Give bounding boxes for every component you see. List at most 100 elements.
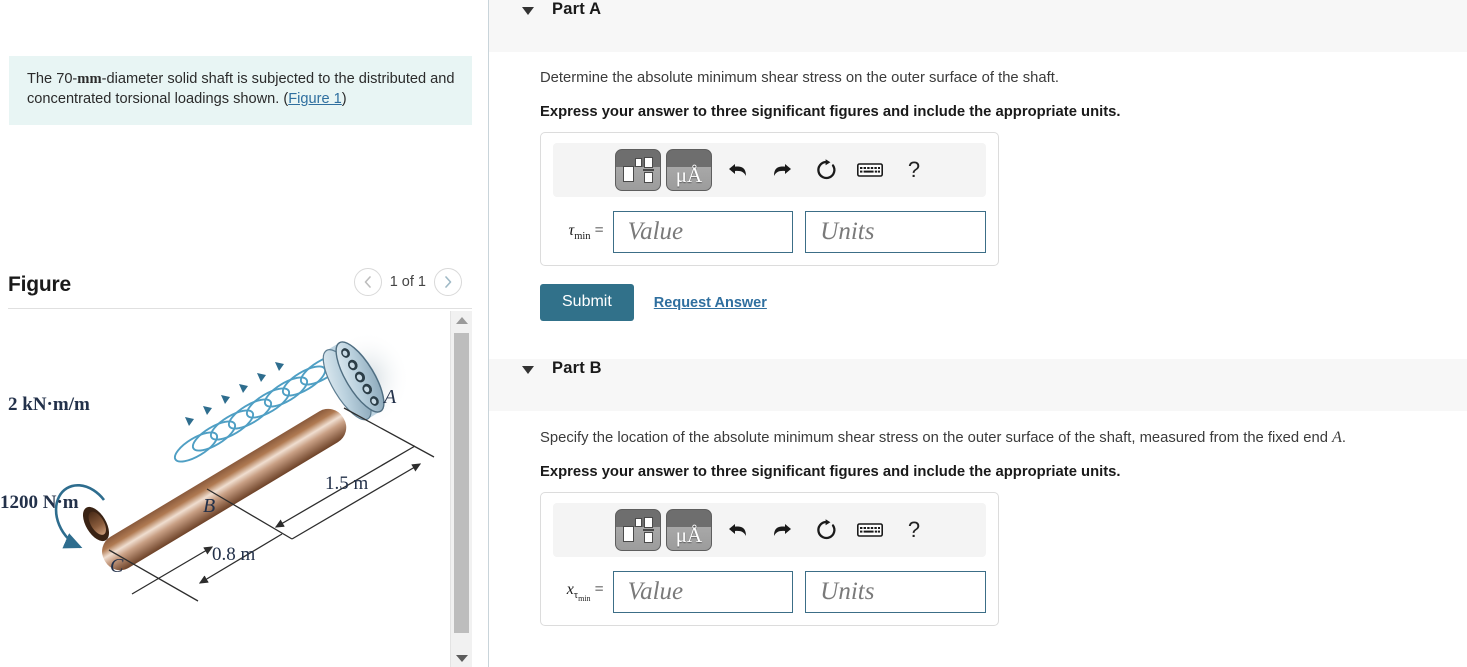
shaft-torsion-diagram: 2 kN·m/m 1200 N·m A B C 1.5 m 0.8 m xyxy=(0,331,435,602)
part-a-symbol-label: τmin = xyxy=(553,222,613,242)
redo-arrow-icon xyxy=(774,164,791,176)
request-answer-link[interactable]: Request Answer xyxy=(654,295,767,311)
math-template-icon xyxy=(623,517,654,543)
figure-title: Figure xyxy=(8,273,71,296)
figure-next-button[interactable] xyxy=(434,268,462,296)
keyboard-icon xyxy=(857,523,883,537)
part-a-units-input[interactable]: Units xyxy=(805,211,986,253)
part-b-question: Specify the location of the absolute min… xyxy=(540,427,1430,449)
part-b-instruction: Express your answer to three significant… xyxy=(540,464,1121,480)
figure-page-count: 1 of 1 xyxy=(389,274,426,290)
help-button[interactable]: ? xyxy=(893,509,935,551)
chevron-right-icon xyxy=(445,276,452,288)
part-b-value-placeholder: Value xyxy=(627,578,684,605)
math-template-button[interactable] xyxy=(615,509,661,551)
units-button[interactable]: μÅ xyxy=(666,509,712,551)
units-button[interactable]: μÅ xyxy=(666,149,712,191)
figure-label-concentrated: 1200 N·m xyxy=(0,492,79,513)
undo-arrow-icon xyxy=(729,524,746,536)
figure-label-c: C xyxy=(110,555,124,577)
reset-circle-icon xyxy=(817,519,836,540)
undo-button[interactable] xyxy=(717,149,759,191)
micro-angstrom-units-icon: μÅ xyxy=(675,522,703,547)
part-a-question: Determine the absolute minimum shear str… xyxy=(540,70,1059,86)
figure-1-link[interactable]: Figure 1 xyxy=(288,91,342,107)
tau-subscript: τmin xyxy=(574,590,591,604)
part-b-answer-box: μÅ ? xτmin = Value Units xyxy=(540,492,999,626)
part-a-toolbar: μÅ ? xyxy=(553,143,986,197)
keyboard-icon xyxy=(857,163,883,177)
redo-button[interactable] xyxy=(761,509,803,551)
part-b-title: Part B xyxy=(552,359,602,377)
part-a-instruction: Express your answer to three significant… xyxy=(540,104,1121,120)
part-a-value-input[interactable]: Value xyxy=(612,211,794,253)
problem-statement-box: The 70-mm-diameter solid shaft is subjec… xyxy=(9,56,472,125)
problem-text-part1: The 70- xyxy=(27,71,78,87)
figure-label-distributed: 2 kN·m/m xyxy=(8,394,90,415)
figure-label-a: A xyxy=(382,386,397,408)
chevron-left-icon xyxy=(364,276,371,288)
part-b-question-point: A xyxy=(1332,429,1342,446)
left-problem-panel: The 70-mm-diameter solid shaft is subjec… xyxy=(0,0,489,667)
part-b-symbol-label: xτmin = xyxy=(553,581,613,603)
help-button[interactable]: ? xyxy=(893,149,935,191)
keyboard-button[interactable] xyxy=(849,149,891,191)
part-b-body: Specify the location of the absolute min… xyxy=(489,427,1467,626)
x-symbol: x xyxy=(566,580,574,598)
part-b-value-input[interactable]: Value xyxy=(612,571,794,613)
scroll-down-button[interactable] xyxy=(451,649,473,667)
figure-illustration: 2 kN·m/m 1200 N·m A B C 1.5 m 0.8 m xyxy=(0,311,450,667)
reset-button[interactable] xyxy=(805,149,847,191)
figure-label-b: B xyxy=(203,495,215,517)
triangle-up-icon xyxy=(456,316,468,324)
collapse-caret-icon[interactable] xyxy=(522,7,534,15)
part-b-units-placeholder: Units xyxy=(820,578,875,605)
math-template-icon xyxy=(623,157,654,183)
part-a-answer-row: τmin = Value Units xyxy=(553,211,986,253)
page-root: The 70-mm-diameter solid shaft is subjec… xyxy=(0,0,1467,667)
tau-subscript: min xyxy=(574,231,591,243)
part-b-answer-row: xτmin = Value Units xyxy=(553,571,986,613)
redo-arrow-icon xyxy=(774,524,791,536)
part-a-body: Determine the absolute minimum shear str… xyxy=(489,68,1467,321)
math-template-button[interactable] xyxy=(615,149,661,191)
part-b-question-text: Specify the location of the absolute min… xyxy=(540,430,1328,446)
figure-divider xyxy=(8,308,472,309)
figure-navigation: 1 of 1 xyxy=(353,268,462,296)
part-b-section: Part B Specify the location of the absol… xyxy=(489,359,1467,626)
undo-arrow-icon xyxy=(729,164,746,176)
part-a-value-placeholder: Value xyxy=(627,218,684,245)
figure-label-dim-long: 1.5 m xyxy=(325,473,369,494)
submit-button[interactable]: Submit xyxy=(540,284,634,321)
part-a-answer-box: μÅ ? τmin = Value Units xyxy=(540,132,999,266)
part-a-section: Part A Determine the absolute minimum sh… xyxy=(489,0,1467,321)
figure-label-dim-short: 0.8 m xyxy=(212,544,256,565)
part-b-header[interactable]: Part B xyxy=(489,359,1467,411)
figure-header: Figure 1 of 1 xyxy=(0,262,480,308)
problem-text-part3: ) xyxy=(341,91,347,107)
scrollbar-thumb[interactable] xyxy=(454,333,469,633)
part-a-header[interactable]: Part A xyxy=(489,0,1467,52)
problem-unit-mm: mm xyxy=(77,71,102,87)
part-a-actions: Submit Request Answer xyxy=(540,284,1467,321)
figure-scrollbar[interactable] xyxy=(450,311,472,667)
part-b-units-input[interactable]: Units xyxy=(805,571,986,613)
reset-circle-icon xyxy=(817,159,836,180)
micro-angstrom-units-icon: μÅ xyxy=(675,162,703,187)
part-b-toolbar: μÅ ? xyxy=(553,503,986,557)
equals-sign: = xyxy=(594,580,604,598)
keyboard-button[interactable] xyxy=(849,509,891,551)
min-subscript: min xyxy=(578,594,591,604)
figure-prev-button[interactable] xyxy=(353,268,382,296)
triangle-down-icon xyxy=(456,654,468,662)
part-a-units-placeholder: Units xyxy=(820,218,875,245)
part-b-question-period: . xyxy=(1341,430,1346,446)
right-answer-panel: Part A Determine the absolute minimum sh… xyxy=(489,0,1467,667)
part-a-title: Part A xyxy=(552,0,602,18)
equals-sign: = xyxy=(594,221,604,239)
collapse-caret-icon[interactable] xyxy=(522,366,534,374)
reset-button[interactable] xyxy=(805,509,847,551)
redo-button[interactable] xyxy=(761,149,803,191)
scroll-up-button[interactable] xyxy=(451,311,473,329)
undo-button[interactable] xyxy=(717,509,759,551)
